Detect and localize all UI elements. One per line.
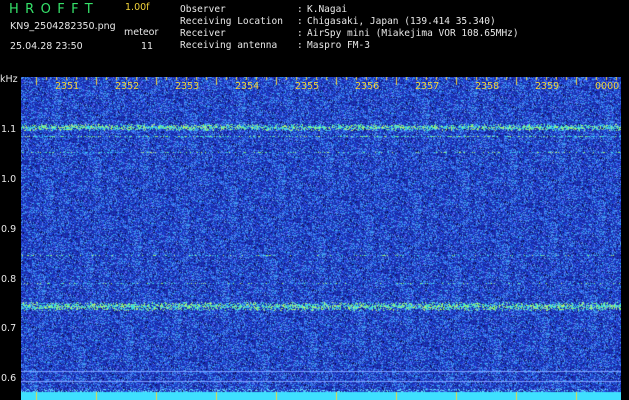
time-label: 2353 — [175, 81, 200, 92]
frequency-unit-label: kHz — [0, 74, 18, 85]
meteor-count: 11 — [141, 41, 154, 52]
location-label: Receiving Location — [180, 16, 283, 27]
time-label: 2358 — [475, 81, 500, 92]
app-title: HROFFT — [9, 2, 100, 17]
time-label: 2357 — [415, 81, 440, 92]
y-tick-label: 0.7 — [1, 323, 17, 334]
y-tick-label: 1.1 — [1, 124, 17, 135]
y-tick-label: 0.6 — [1, 373, 17, 384]
antenna-label: Receiving antenna — [180, 40, 278, 51]
location-colon: : — [297, 16, 303, 27]
antenna-colon: : — [297, 40, 303, 51]
meteor-label: meteor — [124, 27, 159, 38]
time-label: 2359 — [535, 81, 560, 92]
observer-value: K.Nagai — [307, 4, 348, 15]
location-value: Chigasaki, Japan (139.414 35.340) — [307, 16, 496, 27]
time-label: 2352 — [115, 81, 140, 92]
filename-label: KN9_2504282350.png — [10, 21, 116, 32]
receiver-label: Receiver — [180, 28, 226, 39]
observer-colon: : — [297, 4, 303, 15]
time-label: 2354 — [235, 81, 260, 92]
hrofft-window: HROFFT 1.00f KN9_2504282350.png meteor 2… — [0, 0, 629, 400]
datetime-label: 25.04.28 23:50 — [10, 41, 83, 52]
observer-label: Observer — [180, 4, 226, 15]
time-label: 2351 — [55, 81, 80, 92]
time-label: 2355 — [295, 81, 320, 92]
receiver-value: AirSpy mini (Miakejima VOR 108.65MHz) — [307, 28, 519, 39]
y-tick-label: 1.0 — [1, 174, 17, 185]
time-label: 0000 — [595, 81, 620, 92]
time-label: 2356 — [355, 81, 380, 92]
y-tick-label: 0.9 — [1, 224, 17, 235]
spectrogram-plot — [21, 77, 621, 400]
antenna-value: Maspro FM-3 — [307, 40, 370, 51]
receiver-colon: : — [297, 28, 303, 39]
y-tick-label: 0.8 — [1, 274, 17, 285]
version-label: 1.00f — [125, 2, 150, 13]
